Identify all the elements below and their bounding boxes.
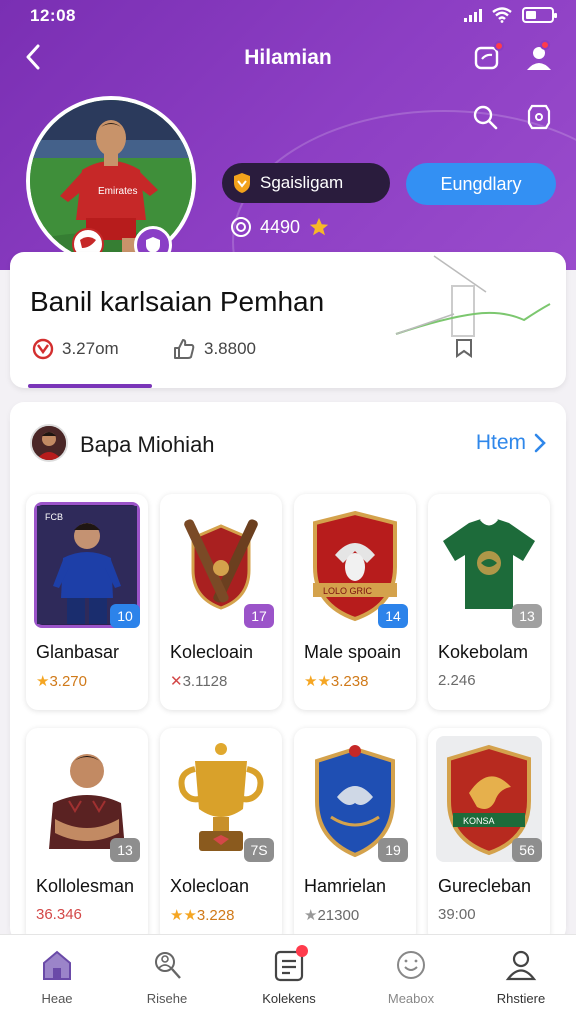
nav-profile[interactable]: Rhstiere <box>476 947 566 1006</box>
item-count-badge: 13 <box>110 838 140 862</box>
views-stat[interactable]: 3.27om <box>32 338 119 360</box>
settings-icon <box>527 104 551 130</box>
nav-search[interactable]: Risehe <box>122 947 212 1006</box>
nav-collections[interactable]: Kolekens <box>244 945 334 1006</box>
points-row: 4490 <box>230 213 330 241</box>
item-name: Hamrielan <box>304 876 387 896</box>
tag-icon: ✕ <box>170 673 183 690</box>
item-price: 36.346 <box>36 906 82 923</box>
star-icon: ★ <box>36 673 50 690</box>
bottom-nav: Heae Risehe Kolekens Meabox Rhstiere <box>0 934 576 1024</box>
item-price: ✕3.1128 <box>170 673 228 690</box>
nav-messages[interactable]: Meabox <box>366 947 456 1006</box>
tab-indicator <box>28 384 152 388</box>
section-avatar <box>30 424 68 462</box>
item-name: Kolecloain <box>170 642 254 662</box>
views-value: 3.27om <box>62 339 119 358</box>
league-pill[interactable]: Sgaisligam <box>222 163 390 203</box>
view-all-label: Htem <box>475 431 526 454</box>
item-price: ★3.270 <box>36 673 87 690</box>
view-all-link[interactable]: Htem <box>476 431 546 455</box>
item-name: Kokebolam <box>438 642 529 662</box>
nav-label: Heae <box>41 991 73 1006</box>
search-person-icon <box>155 952 181 979</box>
svg-text:FCB: FCB <box>45 512 63 522</box>
home-icon <box>43 950 71 980</box>
chevron-right-icon <box>534 433 546 453</box>
collection-item[interactable]: KONSA 56 Gurecleban 39:00 <box>428 728 550 944</box>
bookmark-icon <box>456 339 472 358</box>
item-count-badge: 7S <box>244 838 274 862</box>
search-icon <box>473 105 498 130</box>
search-button[interactable] <box>468 100 502 134</box>
collection-item[interactable]: FCB 10 Glanbasar ★3.270 <box>26 494 148 710</box>
player-info-card: Banil karlsaian Pemhan 3.27om 3.8800 <box>10 252 566 388</box>
player-mini-photo <box>32 426 66 460</box>
shield-icon <box>234 173 250 193</box>
person-icon <box>505 950 537 981</box>
item-name: Gurecleban <box>438 876 532 896</box>
star-icon <box>309 217 329 236</box>
item-price: ★★3.228 <box>170 907 235 924</box>
star-icon: ★★ <box>170 907 197 924</box>
collection-item[interactable]: 13 Kollolesman 36.346 <box>26 728 148 944</box>
wifi-icon <box>492 7 512 23</box>
collection-item[interactable]: 7S Xolecloan ★★3.228 <box>160 728 282 944</box>
notification-dot <box>540 40 550 50</box>
likes-stat[interactable]: 3.8800 <box>172 338 256 360</box>
battery-icon <box>522 7 557 23</box>
item-count-badge: 10 <box>110 604 140 628</box>
item-count-badge: 13 <box>512 604 542 628</box>
player-name: Banil karlsaian Pemhan <box>30 286 325 317</box>
item-price: ★21300 <box>304 907 360 924</box>
item-name: Xolecloan <box>170 876 250 896</box>
section-title: Bapa Miohiah <box>80 432 215 457</box>
thumbs-up-icon <box>174 339 195 359</box>
coin-icon <box>231 217 251 237</box>
nav-label: Kolekens <box>262 991 316 1006</box>
svg-text:LOLO GRIC: LOLO GRIC <box>323 586 373 596</box>
jersey-icon <box>443 518 535 609</box>
nav-home[interactable]: Heae <box>12 947 102 1006</box>
item-price: ★★3.238 <box>304 673 369 690</box>
status-bar: 12:08 <box>0 0 576 34</box>
collection-item[interactable]: 13 Kokebolam 2.246 <box>428 494 550 710</box>
settings-button[interactable] <box>522 100 556 134</box>
item-name: Glanbasar <box>36 642 120 662</box>
item-price: 39:00 <box>438 906 476 923</box>
collection-item[interactable]: LOLO GRIC 14 Male spoain ★★3.238 <box>294 494 416 710</box>
star-icon: ★★ <box>304 673 331 690</box>
follow-button[interactable]: Eungdlary <box>406 163 556 205</box>
item-name: Male spoain <box>304 642 402 662</box>
item-count-badge: 17 <box>244 604 274 628</box>
item-name: Kollolesman <box>36 876 135 896</box>
svg-text:Emirates: Emirates <box>98 186 137 197</box>
league-label: Sgaisligam <box>260 173 344 192</box>
trend-line-icon <box>395 255 551 337</box>
item-count-badge: 19 <box>378 838 408 862</box>
svg-text:KONSA: KONSA <box>463 816 495 826</box>
share-button[interactable] <box>470 40 504 74</box>
nav-label: Rhstiere <box>496 991 546 1006</box>
bookmark-stat[interactable] <box>454 338 474 358</box>
star-icon: ★ <box>304 907 318 924</box>
item-count-badge: 56 <box>512 838 542 862</box>
likes-value: 3.8800 <box>204 339 256 358</box>
smile-icon <box>397 951 425 979</box>
nav-label: Meabox <box>387 991 435 1006</box>
collection-item[interactable]: 17 Kolecloain ✕3.1128 <box>160 494 282 710</box>
signal-icon <box>464 8 482 22</box>
profile-button[interactable] <box>522 40 556 74</box>
notification-dot <box>296 945 308 957</box>
points-value: 4490 <box>260 216 301 237</box>
nav-label: Risehe <box>146 991 188 1006</box>
notification-dot <box>494 41 504 51</box>
target-icon <box>32 338 54 360</box>
item-count-badge: 14 <box>378 604 408 628</box>
status-time: 12:08 <box>30 6 76 25</box>
item-price: 2.246 <box>438 672 476 689</box>
collection-item[interactable]: 19 Hamrielan ★21300 <box>294 728 416 944</box>
